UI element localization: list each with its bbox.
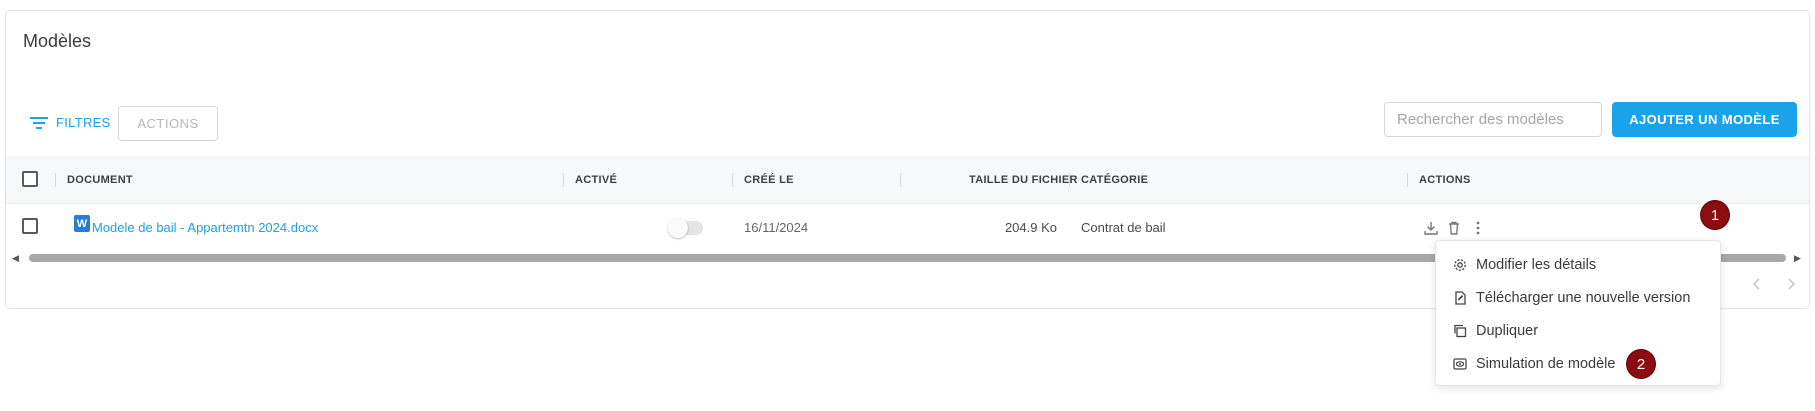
document-link[interactable]: Modele de bail - Appartemtn 2024.docx [92, 220, 318, 235]
column-header-category[interactable]: CATÉGORIE [1081, 174, 1148, 186]
column-divider [1407, 173, 1408, 187]
active-toggle[interactable] [668, 218, 703, 238]
filters-label: FILTRES [56, 115, 111, 130]
file-size: 204.9 Ko [1004, 220, 1057, 235]
annotation-badge-2: 2 [1627, 350, 1655, 378]
download-icon[interactable] [1422, 219, 1440, 237]
more-vertical-icon[interactable] [1469, 219, 1487, 237]
column-header-created[interactable]: CRÉÉ LE [744, 174, 794, 186]
menu-item-label: Dupliquer [1476, 323, 1539, 339]
scroll-left-arrow-icon[interactable]: ◀ [12, 253, 19, 264]
copy-icon [1452, 323, 1468, 339]
column-divider [563, 173, 564, 187]
column-divider [1069, 173, 1070, 187]
annotation-badge-1: 1 [1701, 201, 1729, 229]
column-header-document[interactable]: DOCUMENT [67, 174, 133, 186]
page-title: Modèles [23, 31, 92, 51]
scroll-right-arrow-icon[interactable]: ▶ [1794, 253, 1801, 264]
gear-icon [1452, 257, 1468, 273]
menu-item-template-simulation[interactable]: Simulation de modèle [1436, 348, 1722, 380]
menu-item-label: Modifier les détails [1476, 257, 1597, 273]
menu-item-duplicate[interactable]: Dupliquer [1436, 315, 1722, 347]
table-header: DOCUMENT ACTIVÉ CRÉÉ LE TAILLE DU FICHIE… [6, 156, 1809, 204]
toggle-knob [668, 218, 688, 238]
category: Contrat de bail [1081, 220, 1166, 235]
actions-button[interactable]: ACTIONS [118, 106, 218, 141]
column-header-file-size[interactable]: TAILLE DU FICHIER [969, 174, 1077, 186]
word-document-icon: W [74, 215, 90, 232]
eye-icon [1452, 356, 1468, 372]
column-divider [732, 173, 733, 187]
add-template-button[interactable]: AJOUTER UN MODÈLE [1612, 102, 1797, 137]
filters-button[interactable]: FILTRES [30, 115, 111, 130]
select-all-checkbox[interactable] [22, 171, 38, 187]
search-input[interactable] [1384, 102, 1602, 137]
menu-item-label: Simulation de modèle [1476, 356, 1616, 372]
trash-icon[interactable] [1445, 219, 1463, 237]
column-header-actions: ACTIONS [1419, 174, 1471, 186]
created-date: 16/11/2024 [744, 220, 809, 235]
row-checkbox[interactable] [22, 218, 38, 234]
column-divider [900, 173, 901, 187]
filter-icon [30, 116, 48, 129]
column-header-active[interactable]: ACTIVÉ [575, 174, 617, 186]
menu-item-upload-new-version[interactable]: Télécharger une nouvelle version [1436, 282, 1722, 314]
previous-page-icon[interactable] [1749, 276, 1765, 292]
next-page-icon[interactable] [1783, 276, 1799, 292]
menu-item-label: Télécharger une nouvelle version [1476, 290, 1691, 306]
row-actions-menu: Modifier les détails Télécharger une nou… [1435, 240, 1721, 386]
column-divider [55, 173, 56, 187]
file-edit-icon [1452, 290, 1468, 306]
menu-item-edit-details[interactable]: Modifier les détails [1436, 249, 1722, 281]
